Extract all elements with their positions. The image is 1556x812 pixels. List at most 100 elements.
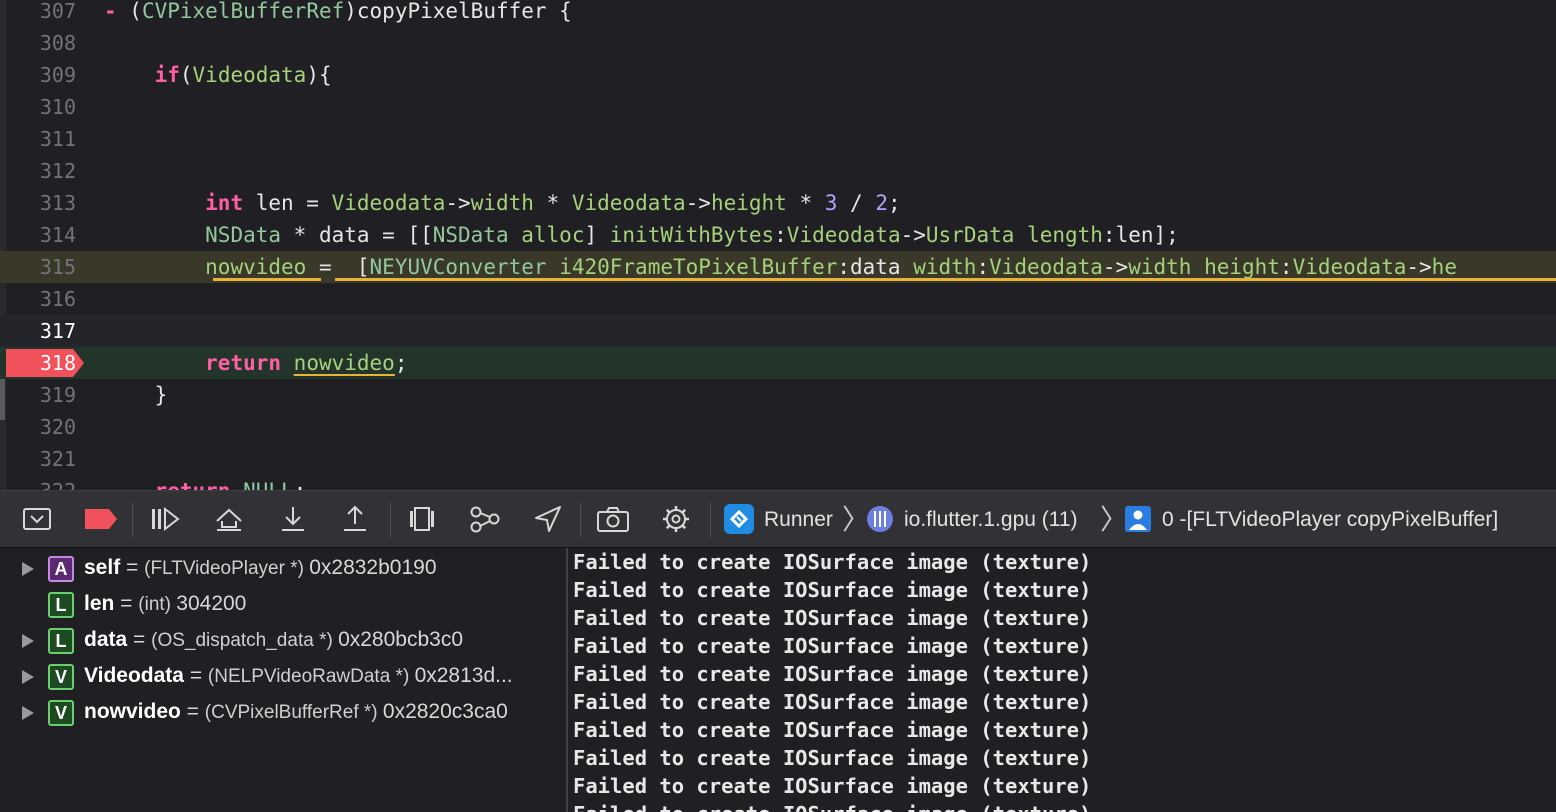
variable-row[interactable]: Llen = (int) 304200 [0, 586, 566, 622]
code-line[interactable]: 309 if(Videodata){ [0, 59, 1556, 91]
variable-equals: = [120, 556, 145, 579]
line-number[interactable]: 313 [0, 187, 76, 219]
debug-bar: Runner 〉 io.flutter.1.gpu (11) 〉 0 -[FLT… [0, 490, 1556, 548]
line-number[interactable]: 309 [0, 59, 76, 91]
line-number[interactable]: 308 [0, 27, 76, 59]
toolbar-separator [710, 503, 711, 537]
code-line[interactable]: 315 nowvideo = [NEYUVConverter i420Frame… [0, 251, 1556, 283]
variable-equals: = [183, 664, 208, 687]
variable-type: (OS_dispatch_data *) [151, 630, 339, 651]
code-text[interactable]: int len = Videodata->width * Videodata->… [104, 187, 901, 219]
warning-underline [335, 278, 1556, 281]
breadcrumb-thread[interactable]: io.flutter.1.gpu (11) [904, 491, 1078, 549]
console-line: Failed to create IOSurface image (textur… [573, 550, 1092, 574]
variable-kind-badge: V [48, 700, 74, 726]
source-editor[interactable]: 307 - (CVPixelBufferRef)copyPixelBuffer {… [0, 0, 1556, 490]
line-number[interactable]: 316 [0, 283, 76, 315]
step-over-icon [216, 508, 242, 531]
code-line[interactable]: 322 return NULL; [0, 475, 1556, 490]
code-line[interactable]: 320 [0, 411, 1556, 443]
code-line[interactable]: 314 NSData * data = [[NSData alloc] init… [0, 219, 1556, 251]
variable-value: 0x280bcb3c0 [338, 628, 464, 651]
continue-button[interactable] [148, 503, 182, 535]
hide-debug-area-icon [23, 508, 51, 530]
disclosure-triangle-icon[interactable] [22, 706, 34, 720]
environment-overrides-button[interactable] [659, 503, 693, 535]
variable-type: (FLTVideoPlayer *) [144, 558, 310, 579]
code-line[interactable]: 312 [0, 155, 1556, 187]
variable-value: 304200 [176, 592, 247, 615]
line-number[interactable]: 319 [0, 379, 76, 411]
disclosure-triangle-icon[interactable] [22, 634, 34, 648]
variable-type: (CVPixelBufferRef *) [204, 702, 383, 723]
variable-row[interactable]: Vnowvideo = (CVPixelBufferRef *) 0x2820c… [0, 694, 566, 730]
variable-equals: = [114, 592, 139, 615]
code-line[interactable]: 307 - (CVPixelBufferRef)copyPixelBuffer { [0, 0, 1556, 27]
variable-value: 0x2820c3ca0 [382, 700, 508, 723]
variable-kind-badge: L [48, 628, 74, 654]
code-line[interactable]: 318 return nowvideo; [0, 347, 1556, 379]
code-line[interactable]: 308 [0, 27, 1556, 59]
variable-text: Videodata = (NELPVideoRawData *) 0x2813d… [84, 658, 513, 695]
toolbar-separator [132, 503, 133, 537]
frame-icon-wrap [1122, 503, 1154, 535]
code-line[interactable]: 313 int len = Videodata->width * Videoda… [0, 187, 1556, 219]
thread-icon [867, 506, 893, 532]
continue-icon [152, 506, 180, 532]
line-number[interactable]: 307 [0, 0, 76, 27]
console-line: Failed to create IOSurface image (textur… [573, 690, 1092, 714]
view-hierarchy-button[interactable] [405, 503, 439, 535]
code-line[interactable]: 316 [0, 283, 1556, 315]
code-text[interactable]: return nowvideo; [104, 347, 407, 379]
code-line[interactable]: 310 [0, 91, 1556, 123]
code-text[interactable]: NSData * data = [[NSData alloc] initWith… [104, 219, 1179, 251]
code-line[interactable]: 321 [0, 443, 1556, 475]
line-number[interactable]: 322 [0, 475, 76, 490]
code-line[interactable]: 319 } [0, 379, 1556, 411]
disclosure-triangle-icon[interactable] [22, 562, 34, 576]
variable-value: 0x2813d... [414, 664, 513, 687]
step-out-button[interactable] [338, 503, 372, 535]
user-frame-icon [1125, 506, 1151, 532]
hide-debug-area-button[interactable] [20, 503, 54, 535]
variable-kind-badge: L [48, 592, 74, 618]
breadcrumb-app[interactable]: Runner [764, 491, 833, 549]
step-into-button[interactable] [276, 503, 310, 535]
line-number[interactable]: 321 [0, 443, 76, 475]
console-line: Failed to create IOSurface image (textur… [573, 746, 1092, 770]
breadcrumb-frame[interactable]: 0 -[FLTVideoPlayer copyPixelBuffer] [1162, 491, 1498, 549]
line-number[interactable]: 315 [0, 251, 76, 283]
code-text[interactable]: return NULL; [104, 475, 307, 490]
memory-graph-icon [470, 506, 500, 533]
console-line: Failed to create IOSurface image (textur… [573, 578, 1092, 602]
variable-row[interactable]: V Videodata = (NELPVideoRawData *) 0x2813… [0, 658, 566, 694]
line-number[interactable]: 311 [0, 123, 76, 155]
code-text[interactable]: - (CVPixelBufferRef)copyPixelBuffer { [104, 0, 572, 27]
simulate-location-button[interactable] [531, 503, 565, 535]
code-text[interactable]: } [104, 379, 168, 411]
step-over-button[interactable] [212, 503, 246, 535]
code-line[interactable]: 311 [0, 123, 1556, 155]
console-line: Failed to create IOSurface image (textur… [573, 718, 1092, 742]
toolbar-separator [580, 503, 581, 537]
line-number[interactable]: 320 [0, 411, 76, 443]
code-text[interactable]: if(Videodata){ [104, 59, 332, 91]
memory-graph-button[interactable] [468, 503, 502, 535]
console-output[interactable]: Failed to create IOSurface image (textur… [568, 548, 1556, 812]
step-into-icon [282, 507, 304, 531]
capture-gpu-frame-button[interactable] [596, 503, 630, 535]
disclosure-triangle-icon[interactable] [22, 670, 34, 684]
thread-icon-wrap [864, 503, 896, 535]
line-number[interactable]: 310 [0, 91, 76, 123]
variable-row[interactable]: Aself = (FLTVideoPlayer *) 0x2832b0190 [0, 550, 566, 586]
line-number[interactable]: 318 [0, 347, 76, 379]
toolbar-separator [390, 503, 391, 537]
variable-kind-badge: A [48, 556, 74, 582]
code-line[interactable]: 317 [0, 315, 1556, 347]
line-number[interactable]: 314 [0, 219, 76, 251]
variable-equals: = [180, 700, 205, 723]
line-number[interactable]: 312 [0, 155, 76, 187]
breakpoints-toggle-button[interactable] [84, 503, 118, 535]
variable-row[interactable]: Ldata = (OS_dispatch_data *) 0x280bcb3c0 [0, 622, 566, 658]
line-number[interactable]: 317 [0, 315, 76, 347]
